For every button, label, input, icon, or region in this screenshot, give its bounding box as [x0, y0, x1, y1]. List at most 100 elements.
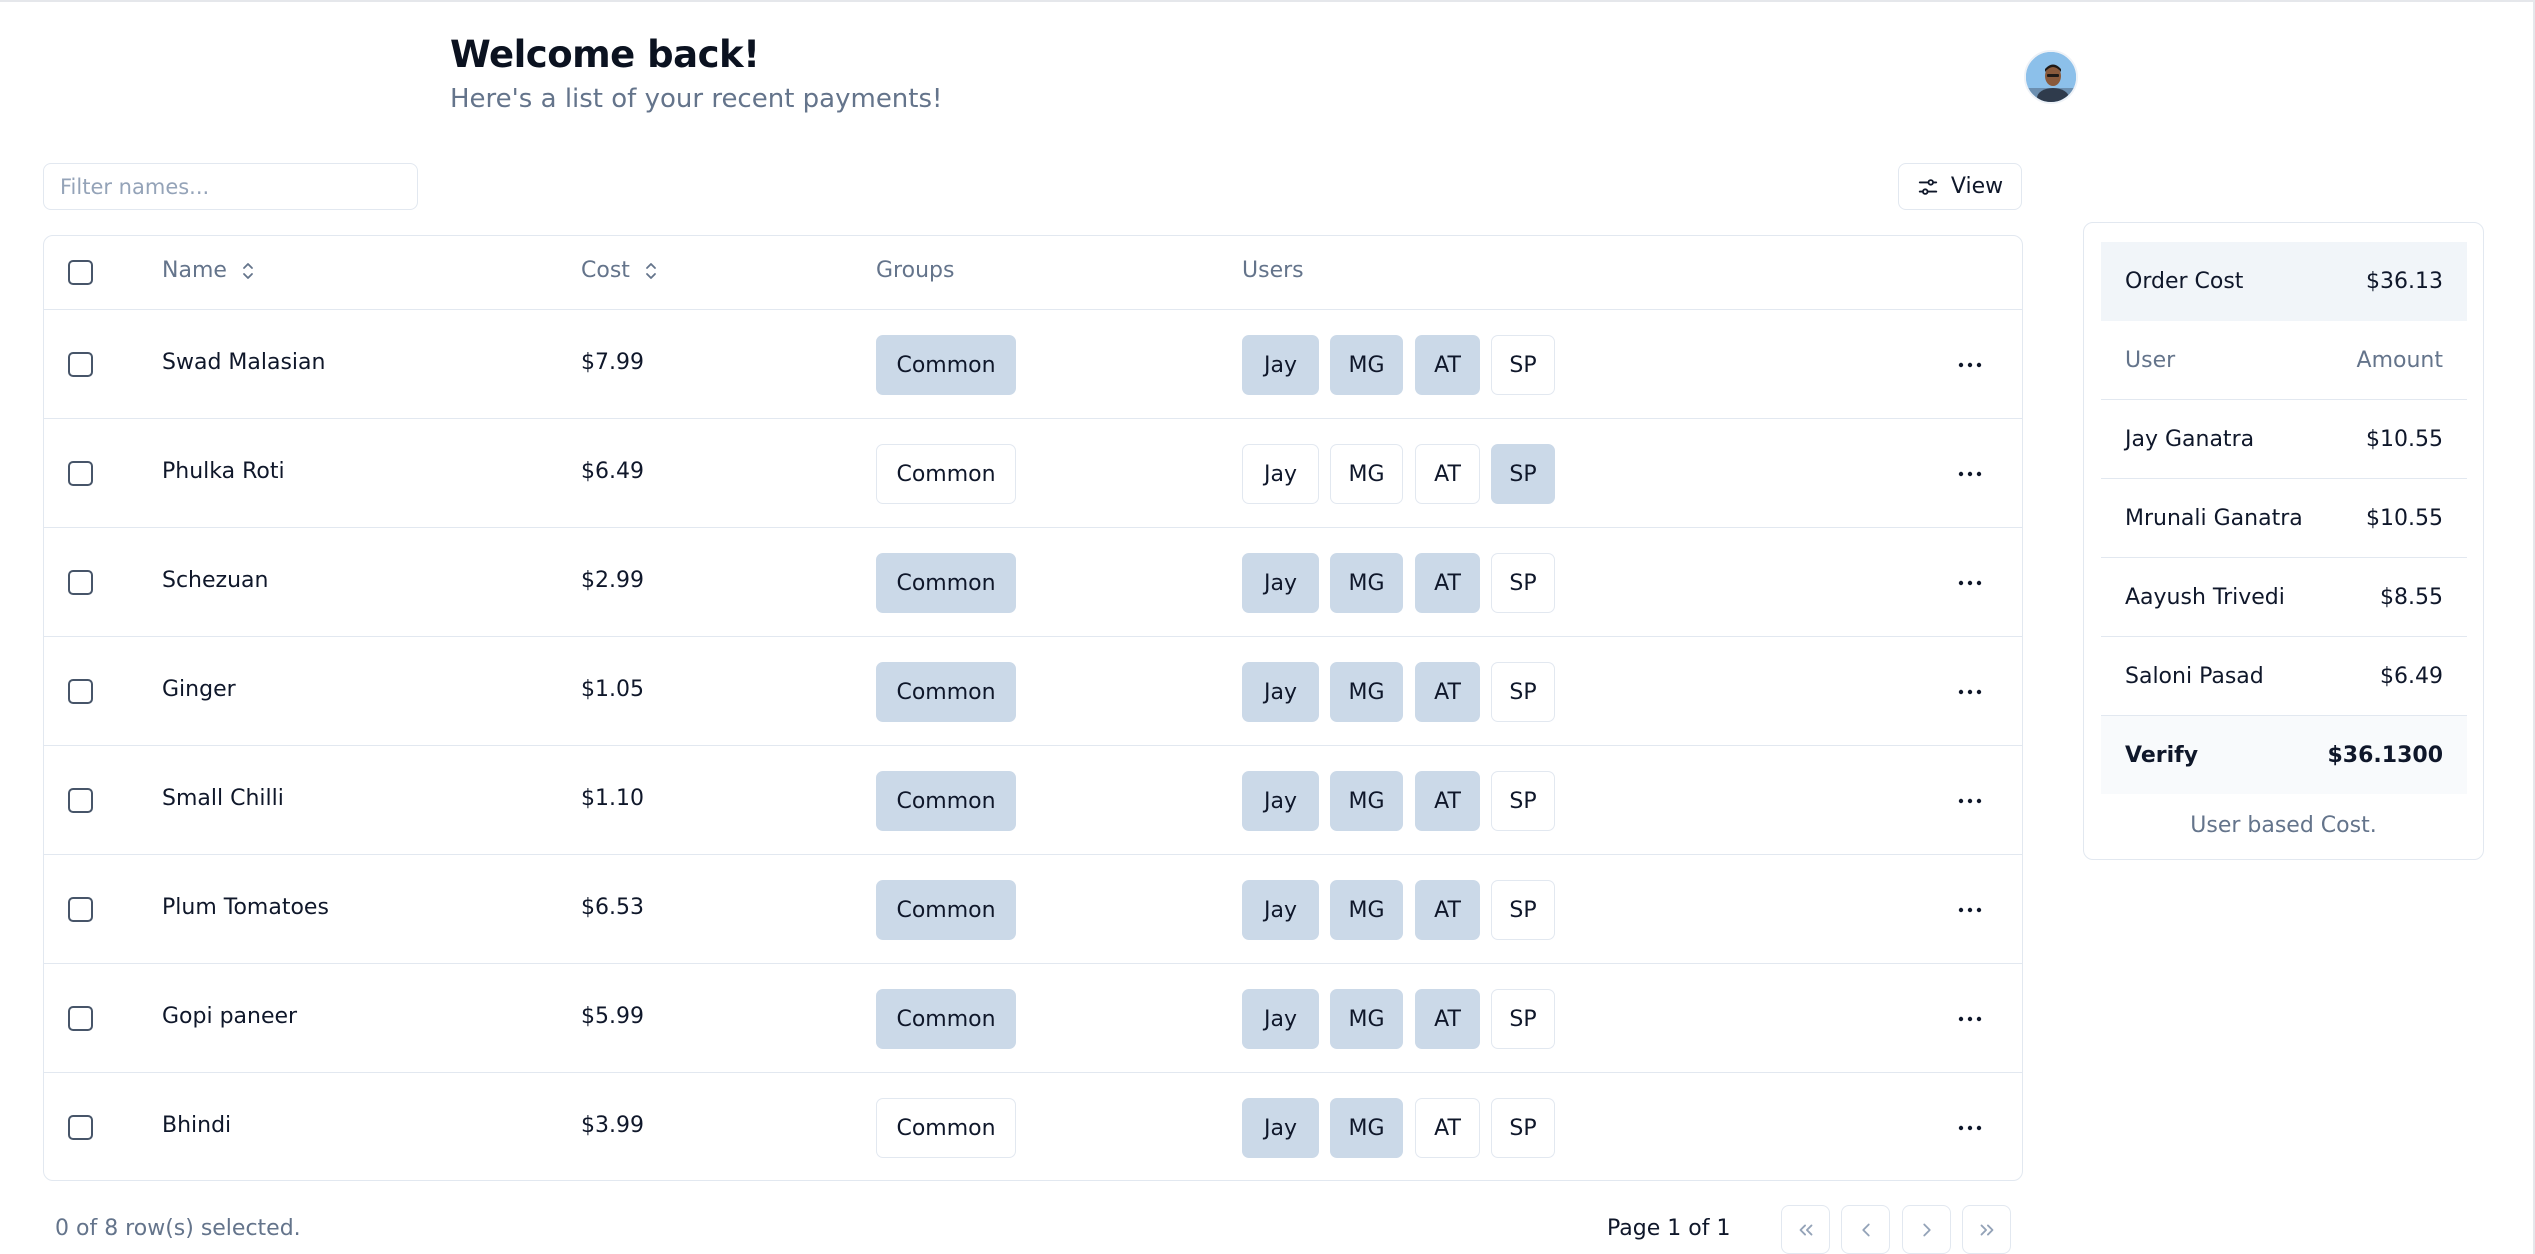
user-toggle-sp[interactable]: SP [1491, 662, 1555, 722]
chevron-left-icon [1861, 1223, 1870, 1236]
user-toggle-at[interactable]: AT [1415, 880, 1480, 940]
row-select-checkbox[interactable] [68, 570, 93, 595]
row-actions-button[interactable] [1950, 1111, 1990, 1145]
ellipsis-icon [1958, 1016, 1982, 1022]
group-toggle-common[interactable]: Common [876, 444, 1016, 504]
column-header-groups: Groups [876, 258, 954, 283]
user-toggle-mg[interactable]: MG [1330, 880, 1403, 940]
item-cost: $1.10 [581, 786, 644, 811]
page-header: Welcome back! Here's a list of your rece… [450, 32, 942, 114]
item-name: Bhindi [162, 1113, 232, 1138]
table-row: Ginger $1.05 Common Jay MG AT SP [44, 637, 2022, 746]
user-toggle-sp[interactable]: SP [1491, 989, 1555, 1049]
item-name: Swad Malasian [162, 350, 326, 375]
user-toggle-jay[interactable]: Jay [1242, 662, 1319, 722]
column-header-cost[interactable]: Cost [581, 258, 658, 283]
user-toggle-mg[interactable]: MG [1330, 989, 1403, 1049]
user-toggle-sp[interactable]: SP [1491, 1098, 1555, 1158]
first-page-button[interactable] [1781, 1205, 1830, 1254]
user-toggle-sp[interactable]: SP [1491, 880, 1555, 940]
user-toggle-sp[interactable]: SP [1491, 444, 1555, 504]
user-toggle-sp[interactable]: SP [1491, 553, 1555, 613]
selection-count: 0 of 8 row(s) selected. [55, 1216, 301, 1241]
filter-names-input[interactable] [43, 163, 418, 210]
user-toggle-jay[interactable]: Jay [1242, 880, 1319, 940]
row-select-checkbox[interactable] [68, 679, 93, 704]
user-toggle-mg[interactable]: MG [1330, 771, 1403, 831]
row-actions-button[interactable] [1950, 566, 1990, 600]
group-toggle-common[interactable]: Common [876, 771, 1016, 831]
summary-user: Aayush Trivedi [2125, 584, 2285, 610]
group-toggle-common[interactable]: Common [876, 989, 1016, 1049]
user-toggle-at[interactable]: AT [1415, 771, 1480, 831]
user-toggle-jay[interactable]: Jay [1242, 1098, 1319, 1158]
ellipsis-icon [1958, 907, 1982, 913]
user-toggle-at[interactable]: AT [1415, 335, 1480, 395]
cost-summary-table: Order Cost $36.13 User Amount Jay Ganatr… [2101, 242, 2467, 794]
ellipsis-icon [1958, 689, 1982, 695]
row-actions-button[interactable] [1950, 1002, 1990, 1036]
chevrons-right-icon [1980, 1224, 1993, 1235]
select-all-checkbox[interactable] [68, 260, 93, 285]
verify-row: Verify $36.1300 [2101, 716, 2467, 794]
user-toggle-mg[interactable]: MG [1330, 335, 1403, 395]
column-header-groups-label: Groups [876, 258, 955, 283]
view-options-label: View [1950, 174, 2004, 199]
order-cost-value: $36.13 [2366, 269, 2443, 294]
table-row: Gopi paneer $5.99 Common Jay MG AT SP [44, 964, 2022, 1073]
user-toggle-jay[interactable]: Jay [1242, 553, 1319, 613]
row-actions-button[interactable] [1950, 784, 1990, 818]
user-toggle-mg[interactable]: MG [1330, 1098, 1403, 1158]
user-toggle-mg[interactable]: MG [1330, 662, 1403, 722]
group-toggle-common[interactable]: Common [876, 335, 1016, 395]
user-toggle-jay[interactable]: Jay [1242, 335, 1319, 395]
user-toggle-at[interactable]: AT [1415, 662, 1480, 722]
column-header-name[interactable]: Name [162, 258, 255, 283]
summary-row: Saloni Pasad $6.49 [2101, 637, 2467, 716]
group-toggle-common[interactable]: Common [876, 662, 1016, 722]
last-page-button[interactable] [1962, 1205, 2011, 1254]
row-select-checkbox[interactable] [68, 897, 93, 922]
view-options-button[interactable]: View [1898, 163, 2022, 210]
next-page-button[interactable] [1902, 1205, 1951, 1254]
user-toggle-jay[interactable]: Jay [1242, 444, 1319, 504]
previous-page-button[interactable] [1841, 1205, 1890, 1254]
summary-row: Jay Ganatra $10.55 [2101, 400, 2467, 479]
row-actions-button[interactable] [1950, 893, 1990, 927]
user-toggle-at[interactable]: AT [1415, 553, 1480, 613]
user-toggle-mg[interactable]: MG [1330, 553, 1403, 613]
row-actions-button[interactable] [1950, 348, 1990, 382]
item-cost: $2.99 [581, 568, 644, 593]
avatar[interactable] [2024, 50, 2078, 104]
row-select-checkbox[interactable] [68, 1115, 93, 1140]
user-toggle-mg[interactable]: MG [1330, 444, 1403, 504]
user-toggle-jay[interactable]: Jay [1242, 989, 1319, 1049]
row-select-checkbox[interactable] [68, 461, 93, 486]
user-toggle-at[interactable]: AT [1415, 1098, 1480, 1158]
row-select-checkbox[interactable] [68, 352, 93, 377]
group-toggle-common[interactable]: Common [876, 1098, 1016, 1158]
table-header: Name Cost Groups Users [44, 236, 2022, 310]
group-toggle-common[interactable]: Common [876, 553, 1016, 613]
user-toggle-sp[interactable]: SP [1491, 335, 1555, 395]
item-cost: $1.05 [581, 677, 644, 702]
summary-amount: $6.49 [2380, 663, 2443, 689]
chevrons-left-icon [1799, 1224, 1812, 1235]
table-row: Swad Malasian $7.99 Common Jay MG AT SP [44, 310, 2022, 419]
table-row: Bhindi $3.99 Common Jay MG AT SP [44, 1073, 2022, 1180]
group-toggle-common[interactable]: Common [876, 880, 1016, 940]
row-select-checkbox[interactable] [68, 1006, 93, 1031]
ellipsis-icon [1958, 798, 1982, 804]
row-select-checkbox[interactable] [68, 788, 93, 813]
item-name: Schezuan [162, 568, 269, 593]
user-toggle-sp[interactable]: SP [1491, 771, 1555, 831]
user-toggle-at[interactable]: AT [1415, 444, 1480, 504]
row-actions-button[interactable] [1950, 675, 1990, 709]
user-toggle-at[interactable]: AT [1415, 989, 1480, 1049]
cost-summary-card: Order Cost $36.13 User Amount Jay Ganatr… [2083, 222, 2484, 860]
item-cost: $6.53 [581, 895, 644, 920]
summary-user: Saloni Pasad [2125, 663, 2264, 689]
ellipsis-icon [1958, 580, 1982, 586]
user-toggle-jay[interactable]: Jay [1242, 771, 1319, 831]
row-actions-button[interactable] [1950, 457, 1990, 491]
